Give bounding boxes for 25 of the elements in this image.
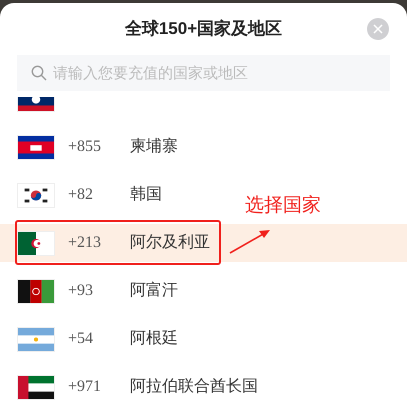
flag-icon	[17, 278, 55, 304]
dial-code: +93	[68, 281, 94, 301]
flag-icon	[17, 182, 55, 208]
dial-code: +971	[68, 377, 102, 397]
flag-icon	[17, 374, 55, 400]
country-name: 阿富汗	[130, 280, 178, 301]
country-name: 韩国	[130, 184, 162, 205]
country-name: 阿拉伯联合酋长国	[130, 376, 258, 397]
country-name: 阿根廷	[130, 329, 178, 349]
annotation-label: 选择国家	[245, 194, 321, 218]
country-name: 阿尔及利亚	[130, 232, 210, 253]
search-field[interactable]: 请输入您要充值的国家或地区	[17, 55, 390, 91]
window-title: 全球150+国家及地区	[124, 18, 282, 40]
flag-icon	[17, 134, 55, 160]
dial-code: +82	[68, 185, 94, 205]
dial-code: +855	[68, 137, 102, 157]
search-icon	[31, 65, 47, 81]
dial-code: +54	[68, 329, 94, 349]
flag-icon	[17, 230, 55, 256]
close-icon	[373, 24, 383, 34]
flag-icon	[17, 326, 55, 352]
arrow-icon	[229, 228, 271, 254]
country-row[interactable]: +213 阿尔及利亚	[0, 224, 407, 262]
dial-code: +213	[68, 233, 102, 253]
country-name: 柬埔寨	[130, 136, 178, 157]
